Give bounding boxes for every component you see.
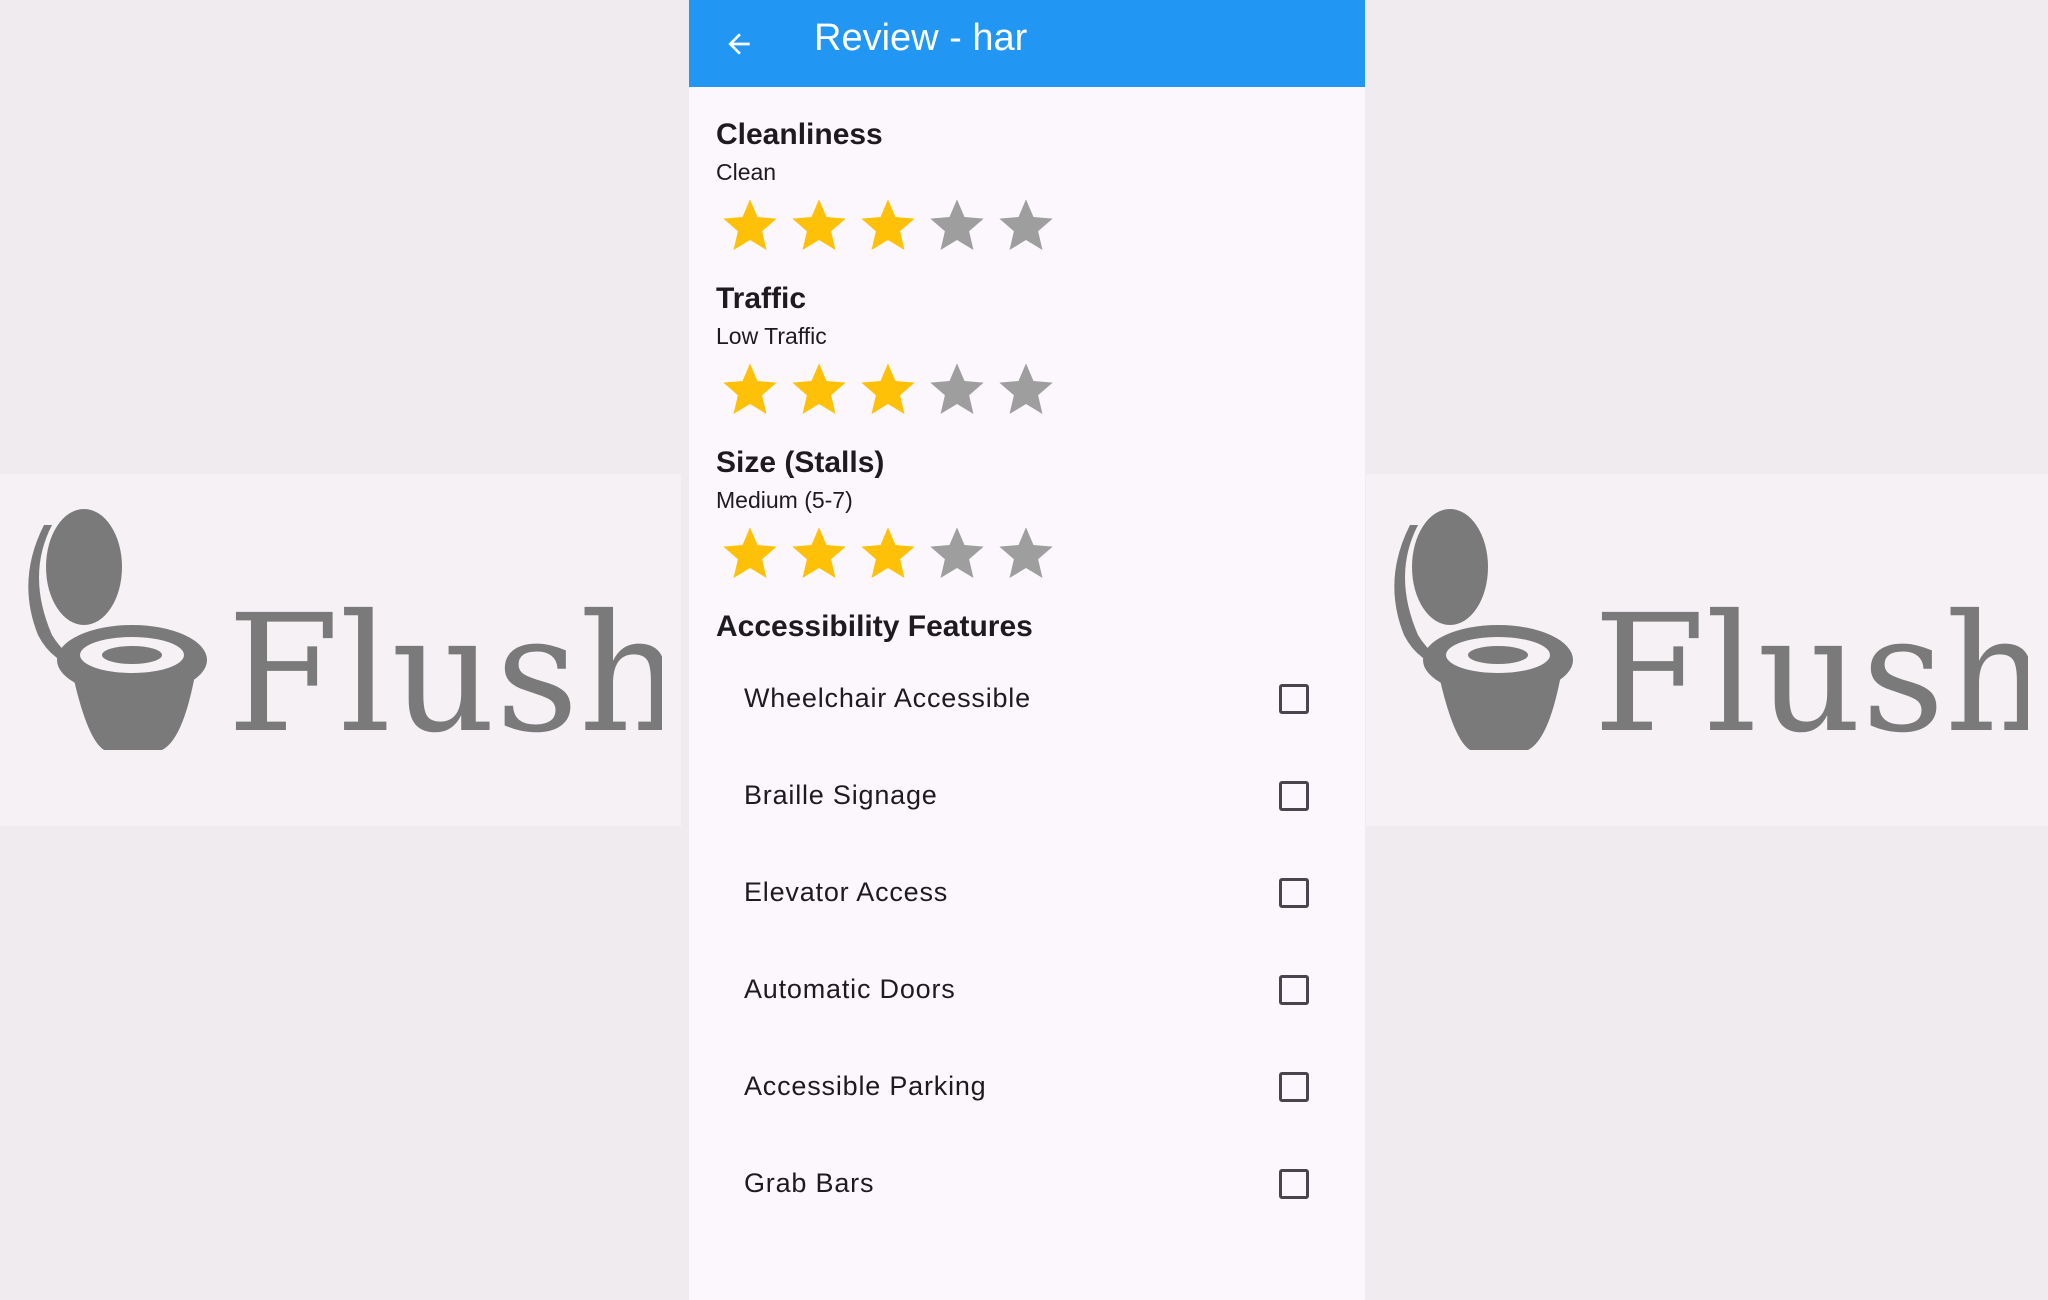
option-label: Automatic Doors [744, 974, 956, 1004]
accessibility-checklist: Wheelchair Accessible Braille Signage Elev… [716, 657, 1365, 1239]
review-screen: Review - har Cleanliness Clean Traffic Low … [689, 0, 1365, 1300]
star-filled-icon[interactable] [715, 193, 784, 259]
rating-section-1: Cleanliness Clean [716, 117, 1365, 259]
flush-logo-right: Flush [1388, 495, 2028, 775]
accessibility-title: Accessibility Features [716, 610, 1033, 643]
checkbox[interactable] [1279, 1072, 1309, 1102]
svg-text:Flush: Flush [1593, 581, 2028, 769]
back-button[interactable] [715, 20, 763, 68]
checkbox[interactable] [1279, 975, 1309, 1005]
rating-value-label: Low Traffic [716, 323, 827, 349]
app-bar: Review - har [689, 0, 1365, 87]
star-filled-icon[interactable] [784, 193, 853, 259]
accessibility-option[interactable]: Braille Signage [716, 754, 1365, 851]
rating-section-3: Size (Stalls) Medium (5-7) [716, 445, 1365, 587]
star-rating [715, 357, 1365, 423]
review-form: Cleanliness Clean Traffic Low Traffic Size (… [689, 87, 1365, 1239]
accessibility-option[interactable]: Accessible Parking [716, 1045, 1365, 1142]
checkbox[interactable] [1279, 878, 1309, 908]
star-empty-icon[interactable] [922, 193, 991, 259]
option-label: Grab Bars [744, 1168, 875, 1198]
accessibility-option[interactable]: Elevator Access [716, 851, 1365, 948]
star-empty-icon[interactable] [991, 193, 1060, 259]
star-filled-icon[interactable] [715, 357, 784, 423]
checkbox[interactable] [1279, 684, 1309, 714]
star-rating [715, 193, 1365, 259]
star-empty-icon[interactable] [991, 521, 1060, 587]
rating-value-label: Clean [716, 159, 777, 185]
star-filled-icon[interactable] [853, 357, 922, 423]
star-filled-icon[interactable] [853, 193, 922, 259]
star-empty-icon[interactable] [922, 357, 991, 423]
star-filled-icon[interactable] [784, 357, 853, 423]
ratings-list: Cleanliness Clean Traffic Low Traffic Size (… [716, 117, 1365, 587]
flush-logo-left: Flush [22, 495, 662, 775]
arrow-left-icon [728, 33, 750, 55]
page-title: Review - har [814, 17, 1028, 59]
rating-value-label: Medium (5-7) [716, 487, 853, 513]
rating-title: Size (Stalls) [716, 446, 885, 479]
star-filled-icon[interactable] [784, 521, 853, 587]
rating-section-2: Traffic Low Traffic [716, 281, 1365, 423]
star-rating [715, 521, 1365, 587]
star-filled-icon[interactable] [715, 521, 784, 587]
option-label: Wheelchair Accessible [744, 683, 1031, 713]
star-empty-icon[interactable] [991, 357, 1060, 423]
accessibility-option[interactable]: Wheelchair Accessible [716, 657, 1365, 754]
option-label: Accessible Parking [744, 1071, 987, 1101]
svg-text:Flush: Flush [227, 581, 662, 769]
accessibility-option[interactable]: Automatic Doors [716, 948, 1365, 1045]
rating-title: Cleanliness [716, 118, 883, 151]
checkbox[interactable] [1279, 1169, 1309, 1199]
rating-title: Traffic [716, 282, 807, 315]
star-empty-icon[interactable] [922, 521, 991, 587]
accessibility-option[interactable]: Grab Bars [716, 1142, 1365, 1239]
option-label: Elevator Access [744, 877, 949, 907]
checkbox[interactable] [1279, 781, 1309, 811]
option-label: Braille Signage [744, 780, 938, 810]
star-filled-icon[interactable] [853, 521, 922, 587]
